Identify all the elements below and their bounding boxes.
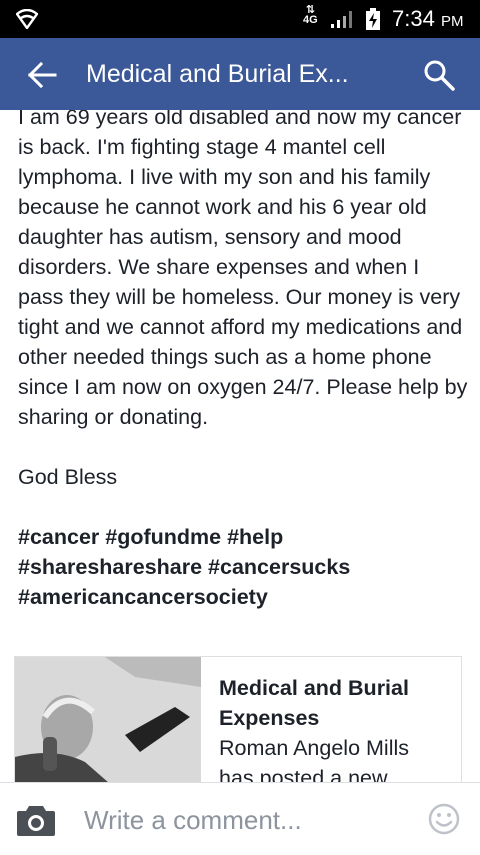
link-title: Medical and Burial Expenses <box>219 676 409 730</box>
page-title: Medical and Burial Ex... <box>86 60 349 88</box>
clock: 7:34 PM <box>392 6 463 35</box>
link-thumbnail <box>15 657 201 782</box>
post-message: I am 69 years old disabled and now my ca… <box>18 110 468 489</box>
arrow-back-icon[interactable] <box>26 60 58 90</box>
battery-charging-icon <box>366 8 380 30</box>
clock-time: 7:34 <box>392 6 435 31</box>
search-icon[interactable] <box>422 58 456 92</box>
comment-input[interactable] <box>84 803 404 837</box>
emoji-icon[interactable] <box>428 803 460 835</box>
post-hashtags[interactable]: #cancer #gofundme #help #shareshareshare… <box>18 525 356 609</box>
camera-icon[interactable] <box>16 803 56 837</box>
post-text: I am 69 years old disabled and now my ca… <box>18 110 468 612</box>
signal-icon <box>331 11 352 28</box>
network-type: ⇅ 4G <box>303 4 318 26</box>
person-photo-icon <box>15 657 201 782</box>
comment-bar <box>0 782 480 855</box>
status-bar: ⇅ 4G 7:34 PM <box>0 0 480 38</box>
link-description: Roman Angelo Mills has posted a new <box>219 736 410 782</box>
app-bar: Medical and Burial Ex... <box>0 38 480 110</box>
wifi-icon <box>16 9 38 29</box>
clock-ampm: PM <box>440 13 464 30</box>
link-preview-card[interactable]: Medical and Burial Expenses Roman Angelo… <box>14 656 462 782</box>
post-content: I am 69 years old disabled and now my ca… <box>0 110 480 782</box>
